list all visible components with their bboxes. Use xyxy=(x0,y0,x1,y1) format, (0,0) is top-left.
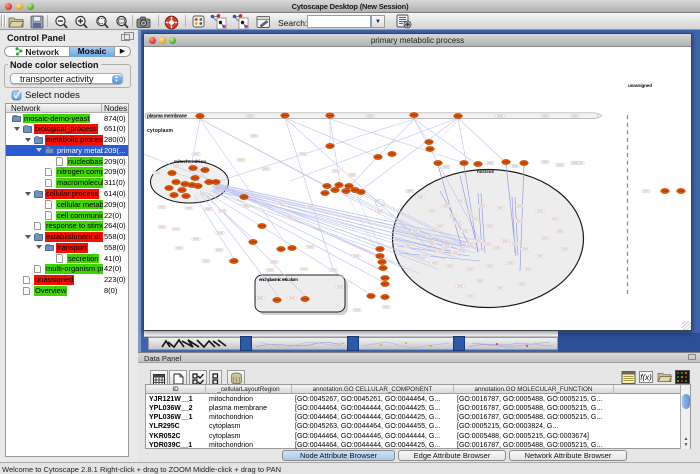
svg-text:endoplasmic reticulum: endoplasmic reticulum xyxy=(259,277,298,282)
svg-text:cytoplasm: cytoplasm xyxy=(147,128,174,134)
svg-text:mitochondrion: mitochondrion xyxy=(174,159,206,164)
svg-text:unassigned: unassigned xyxy=(628,83,652,88)
svg-text:nucleus: nucleus xyxy=(477,169,495,174)
svg-text:plasma membrane: plasma membrane xyxy=(147,113,187,119)
